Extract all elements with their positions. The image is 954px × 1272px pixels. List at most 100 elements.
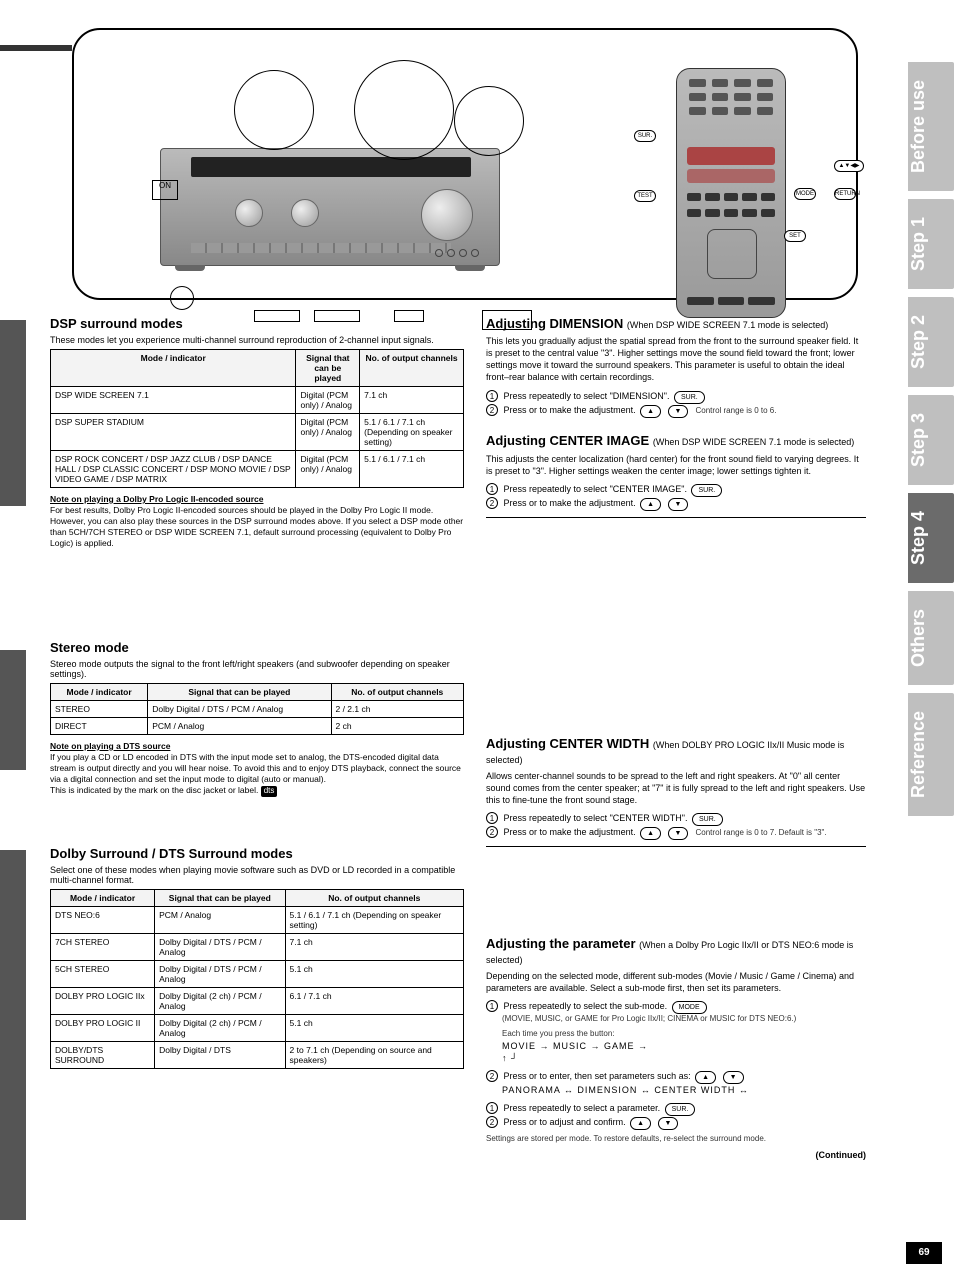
step-number-icon: 1 bbox=[486, 1000, 498, 1012]
mode-flow-loop: ↑ ┘ bbox=[502, 1052, 866, 1064]
block-dolby-dts-modes: Dolby Surround / DTS Surround modes Sele… bbox=[50, 846, 464, 1069]
table-row: DOLBY PRO LOGIC IIDolby Digital (2 ch) /… bbox=[51, 1015, 464, 1042]
block-a-table: Mode / indicatorSignal that can be playe… bbox=[50, 349, 464, 488]
down-button-icon: ▼ bbox=[668, 405, 689, 418]
tab-others[interactable]: Others bbox=[908, 591, 954, 685]
block-c-table: Mode / indicatorSignal that can be playe… bbox=[50, 889, 464, 1069]
block-a-note: Note on playing a Dolby Pro Logic II-enc… bbox=[50, 494, 464, 549]
remote-top-grid bbox=[689, 79, 773, 115]
volume-knob bbox=[421, 189, 473, 241]
up-button-icon: ▲ bbox=[640, 827, 661, 840]
amp-display bbox=[191, 157, 471, 177]
param-flow: PANORAMA ↔ DIMENSION ↔ CENTER WIDTH ↔ bbox=[502, 1084, 866, 1096]
panel-parameter: Adjusting the parameter (When a Dolby Pr… bbox=[486, 936, 866, 1161]
table-row: DTS NEO:6PCM / Analog5.1 / 6.1 / 7.1 ch … bbox=[51, 907, 464, 934]
callout-lead bbox=[0, 45, 72, 51]
tab-before-use[interactable]: Before use bbox=[908, 62, 954, 191]
panel2-title: Adjusting CENTER WIDTH (When DOLBY PRO L… bbox=[486, 736, 866, 766]
up-button-icon: ▲ bbox=[640, 498, 661, 511]
remote-accent-row bbox=[687, 147, 775, 165]
side-tabs: Before use Step 1 Step 2 Step 3 Step 4 O… bbox=[908, 62, 954, 816]
down-button-icon: ▼ bbox=[668, 827, 689, 840]
sur-button-icon: SUR. bbox=[674, 391, 705, 404]
table-row: DSP ROCK CONCERT / DSP JAZZ CLUB / DSP D… bbox=[51, 451, 464, 488]
table-row: 7CH STEREODolby Digital / DTS / PCM / An… bbox=[51, 934, 464, 961]
panel3-title: Adjusting the parameter (When a Dolby Pr… bbox=[486, 936, 866, 966]
panel1-intro: This lets you gradually adjust the spati… bbox=[486, 335, 866, 384]
table-row: 5CH STEREODolby Digital / DTS / PCM / An… bbox=[51, 961, 464, 988]
remote-row bbox=[687, 209, 775, 217]
callout-circle-surround bbox=[234, 70, 314, 150]
remote-callout-set: SET bbox=[784, 230, 806, 242]
up-button-icon: ▲ bbox=[630, 1117, 651, 1130]
mode-button-icon: MODE bbox=[672, 1001, 707, 1014]
tab-step4-active[interactable]: Step 4 bbox=[908, 493, 954, 583]
panel-dimension: Adjusting DIMENSION (When DSP WIDE SCREE… bbox=[486, 316, 866, 524]
block-b-title: Stereo mode bbox=[50, 640, 464, 655]
remote-callout-return: RETURN bbox=[834, 188, 856, 200]
tab-reference[interactable]: Reference bbox=[908, 693, 954, 816]
down-button-icon: ▼ bbox=[668, 498, 689, 511]
sur-button-icon: SUR. bbox=[665, 1103, 696, 1116]
table-row: STEREODolby Digital / DTS / PCM / Analog… bbox=[51, 701, 464, 718]
mode-flow: MOVIE → MUSIC → GAME → bbox=[502, 1040, 866, 1052]
block-dsp-modes: DSP surround modes These modes let you e… bbox=[50, 316, 464, 549]
block-a-title: DSP surround modes bbox=[50, 316, 464, 331]
block-stereo-mode: Stereo mode Stereo mode outputs the sign… bbox=[50, 640, 464, 797]
panel-center-width: Adjusting CENTER WIDTH (When DOLBY PRO L… bbox=[486, 736, 866, 853]
callout-circle-volume bbox=[454, 86, 524, 156]
table-row: DSP WIDE SCREEN 7.1Digital (PCM only) / … bbox=[51, 387, 464, 414]
panel2-intro: Allows center-channel sounds to be sprea… bbox=[486, 770, 866, 806]
knob-input bbox=[235, 199, 263, 227]
panel1b-intro: This adjusts the center localization (ha… bbox=[486, 453, 866, 477]
sur-button-icon: SUR. bbox=[692, 813, 723, 826]
tab-step1[interactable]: Step 1 bbox=[908, 199, 954, 289]
tab-step2[interactable]: Step 2 bbox=[908, 297, 954, 387]
tab-step3[interactable]: Step 3 bbox=[908, 395, 954, 485]
step-number-icon: 1 bbox=[486, 483, 498, 495]
step-number-icon: 2 bbox=[486, 826, 498, 838]
remote-illustration bbox=[676, 68, 786, 318]
step-number-icon: 2 bbox=[486, 497, 498, 509]
dts-icon: dts bbox=[261, 786, 278, 796]
sur-button-icon: SUR. bbox=[691, 484, 722, 497]
label-standby-circle bbox=[170, 286, 194, 310]
callout-circle-input bbox=[354, 60, 454, 160]
step-number-icon: 1 bbox=[486, 812, 498, 824]
knob-surround bbox=[291, 199, 319, 227]
remote-bottom-row bbox=[687, 297, 775, 305]
amp-button-row bbox=[191, 243, 451, 253]
step-number-icon: 2 bbox=[486, 404, 498, 416]
continued-label: (Continued) bbox=[486, 1149, 866, 1161]
block-c-subtitle: Select one of these modes when playing m… bbox=[50, 865, 464, 885]
table-row: DOLBY PRO LOGIC IIxDolby Digital (2 ch) … bbox=[51, 988, 464, 1015]
front-jacks bbox=[435, 249, 479, 257]
down-button-icon: ▼ bbox=[723, 1071, 744, 1084]
step-number-icon: 2 bbox=[486, 1070, 498, 1082]
step-number-icon: 1 bbox=[486, 1102, 498, 1114]
gutter-block-b bbox=[0, 650, 26, 770]
remote-accent-row2 bbox=[687, 169, 775, 183]
table-row: DIRECTPCM / Analog2 ch bbox=[51, 718, 464, 735]
page-number: 69 bbox=[906, 1242, 942, 1264]
gutter-block-a bbox=[0, 320, 26, 506]
remote-callout-sur: SUR. bbox=[634, 130, 656, 142]
block-b-table: Mode / indicatorSignal that can be playe… bbox=[50, 683, 464, 735]
label-on: ON bbox=[152, 180, 178, 200]
panel1-title: Adjusting DIMENSION (When DSP WIDE SCREE… bbox=[486, 316, 866, 331]
amplifier-illustration bbox=[160, 148, 500, 266]
step-number-icon: 2 bbox=[486, 1116, 498, 1128]
remote-row bbox=[687, 193, 775, 201]
remote-callout-mode: MODE bbox=[794, 188, 816, 200]
up-button-icon: ▲ bbox=[640, 405, 661, 418]
device-illustration-frame: ON SUR. TEST MODE RETURN SET ▲▼◀▶ bbox=[72, 28, 858, 300]
up-button-icon: ▲ bbox=[695, 1071, 716, 1084]
block-b-subtitle: Stereo mode outputs the signal to the fr… bbox=[50, 659, 464, 679]
table-row: DOLBY/DTS SURROUNDDolby Digital / DTS2 t… bbox=[51, 1042, 464, 1069]
block-c-title: Dolby Surround / DTS Surround modes bbox=[50, 846, 464, 861]
step-number-icon: 1 bbox=[486, 390, 498, 402]
panel3-body: Depending on the selected mode, differen… bbox=[486, 970, 866, 994]
panel1b-title: Adjusting CENTER IMAGE (When DSP WIDE SC… bbox=[486, 432, 866, 450]
remote-callout-test: TEST bbox=[634, 190, 656, 202]
block-a-subtitle: These modes let you experience multi-cha… bbox=[50, 335, 464, 345]
